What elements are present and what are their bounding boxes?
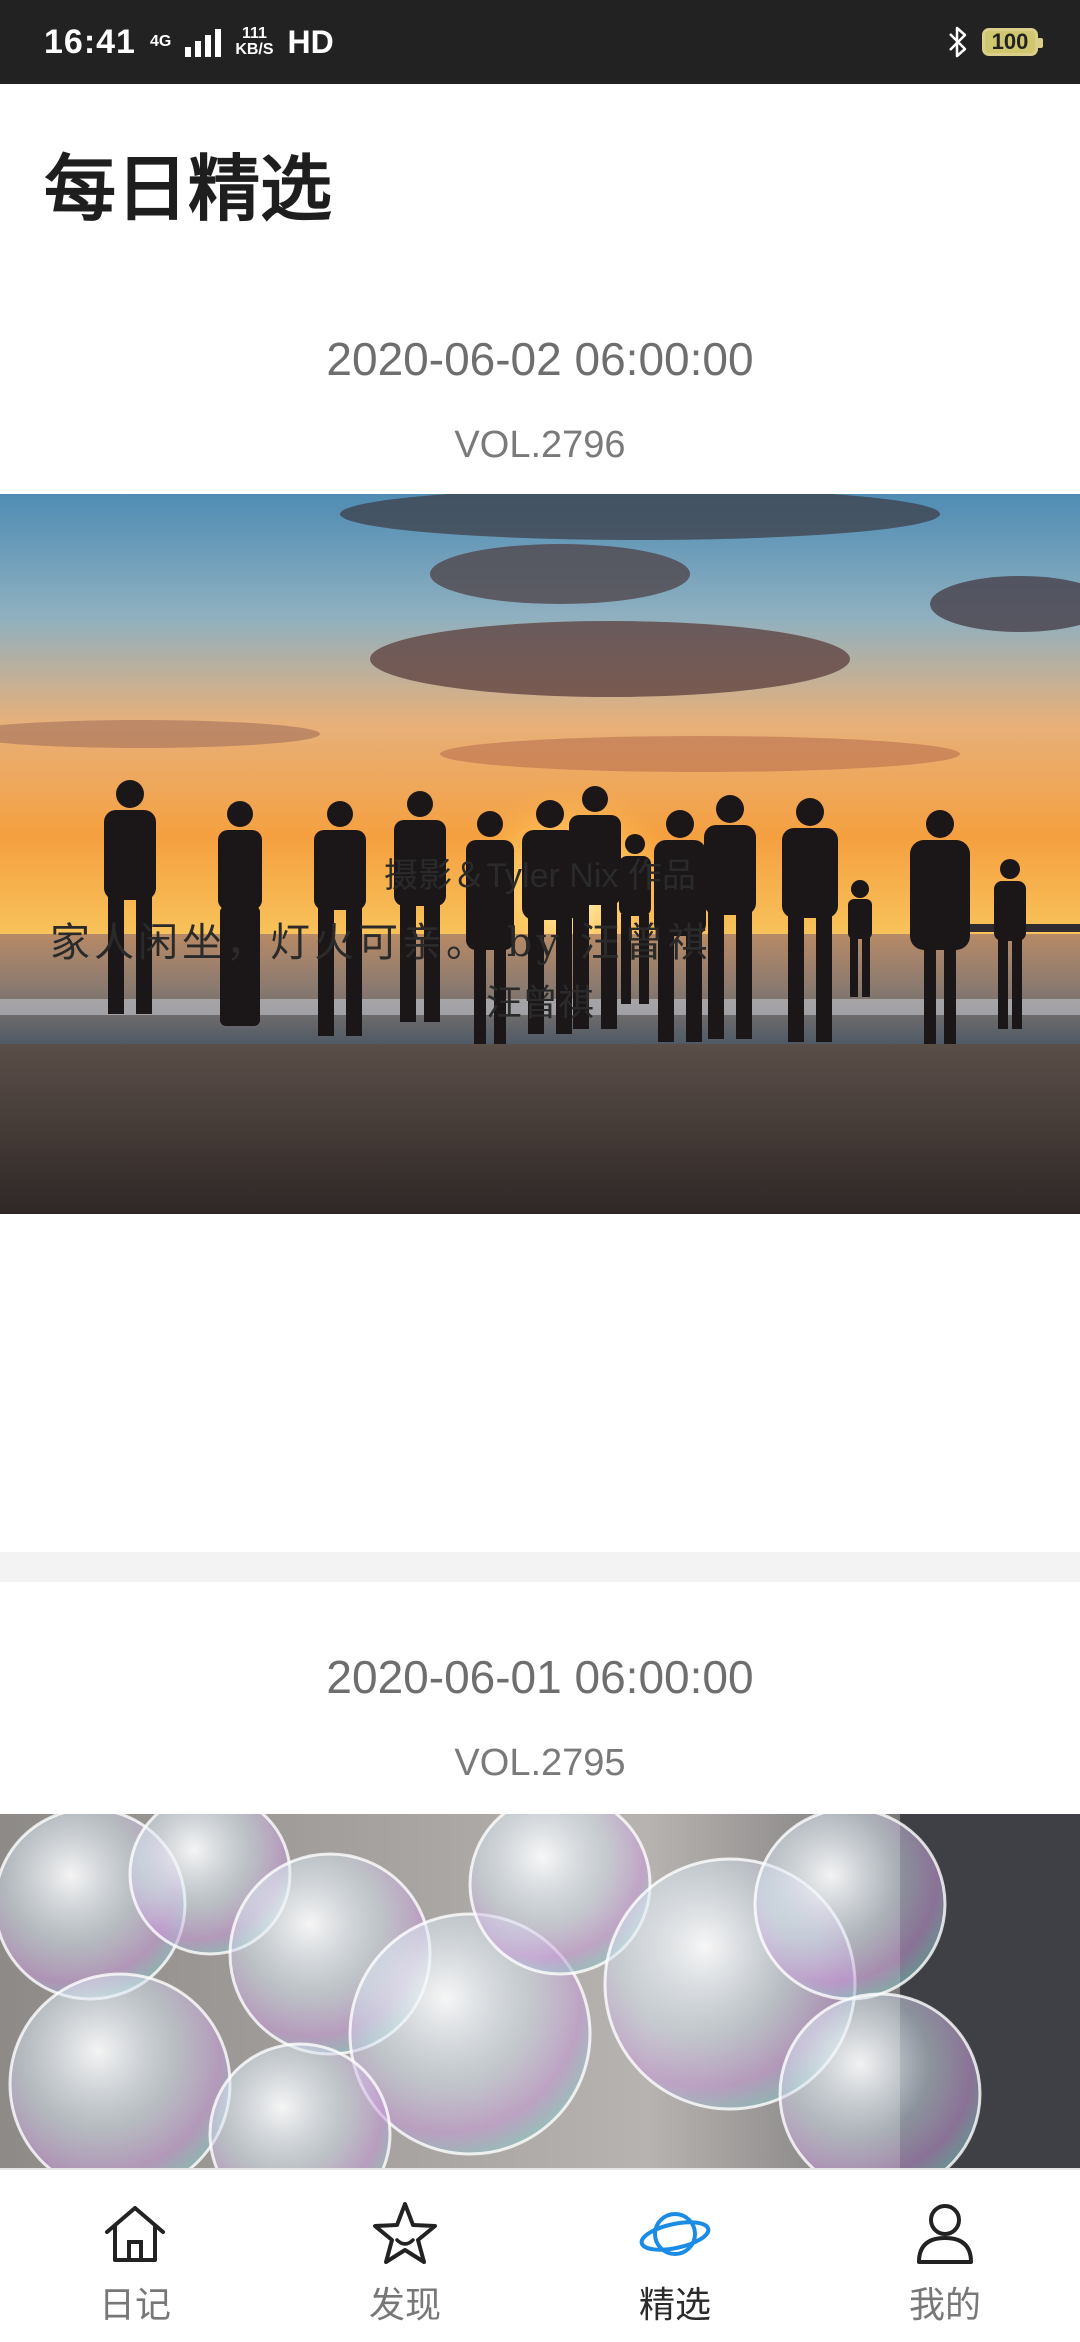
card-vol: VOL.2795 bbox=[454, 1742, 626, 1784]
hd-indicator: HD bbox=[287, 23, 334, 60]
bluetooth-icon bbox=[949, 26, 967, 58]
net-speed-unit: KB/S bbox=[235, 41, 274, 58]
tab-diary[interactable]: 日记 bbox=[0, 2170, 270, 2342]
star-icon bbox=[373, 2202, 437, 2264]
quote-text[interactable]: 家人闲坐，灯火可亲。 by 汪曾祺 bbox=[50, 910, 1030, 968]
status-left: 16:41 4G 111 KB/S HD bbox=[44, 23, 334, 62]
card-date: 2020-06-02 06:00:00 bbox=[326, 333, 754, 385]
net-speed-value: 111 bbox=[241, 25, 267, 42]
network-type: 4G bbox=[150, 34, 171, 50]
card-divider bbox=[0, 1552, 1080, 1582]
quote-author: 汪曾祺 bbox=[485, 982, 594, 1023]
tab-mine[interactable]: 我的 bbox=[810, 2170, 1080, 2342]
page-title: 每日精选 bbox=[44, 147, 333, 231]
card-photo-bubbles[interactable] bbox=[0, 1814, 1080, 2168]
tab-label: 精选 bbox=[638, 2284, 711, 2325]
tab-featured[interactable]: 精选 bbox=[540, 2170, 810, 2342]
status-right: 100 bbox=[946, 25, 1043, 59]
net-speed: 111 KB/S bbox=[235, 26, 273, 58]
tab-label: 我的 bbox=[908, 2284, 981, 2325]
bottom-tab-bar: 日记 发现 精选 我的 bbox=[0, 2168, 1080, 2342]
network-label: 4G bbox=[149, 33, 172, 50]
bubbles-image bbox=[0, 1814, 1080, 2168]
planet-icon bbox=[639, 2212, 711, 2256]
status-time: 16:41 bbox=[44, 22, 136, 61]
user-icon bbox=[917, 2204, 973, 2264]
card-date: 2020-06-01 06:00:00 bbox=[326, 1651, 754, 1703]
signal-icon bbox=[185, 27, 222, 57]
photo-credit: 摄影＆Tyler Nix 作品 bbox=[384, 857, 696, 895]
tab-label: 发现 bbox=[368, 2284, 441, 2325]
tab-discover[interactable]: 发现 bbox=[270, 2170, 540, 2342]
status-bar: 16:41 4G 111 KB/S HD 100 bbox=[0, 0, 1080, 84]
card-vol: VOL.2796 bbox=[454, 424, 626, 466]
tab-label: 日记 bbox=[98, 2284, 171, 2325]
home-icon bbox=[105, 2206, 165, 2262]
battery-level: 100 bbox=[991, 29, 1029, 54]
battery-icon: 100 bbox=[982, 28, 1043, 56]
